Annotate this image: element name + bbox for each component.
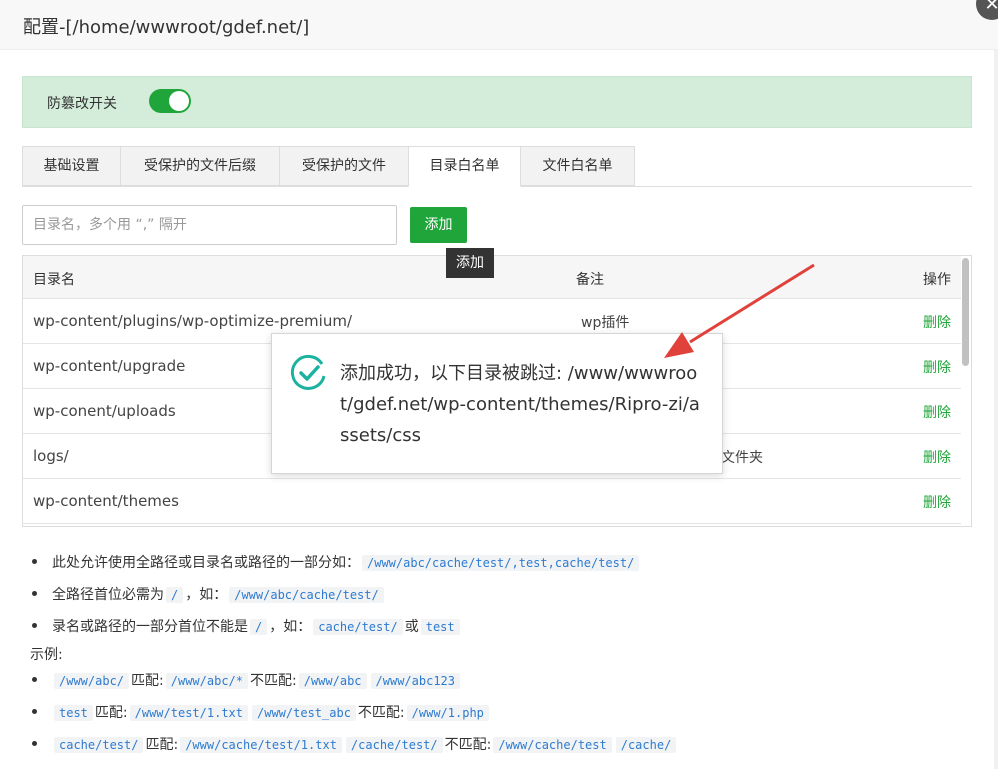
tamper-toggle[interactable] xyxy=(149,89,191,113)
example-item: /www/abc/匹配:/www/abc/* 不匹配:/www/abc/www/a… xyxy=(30,670,462,690)
help-item: 录名或路径的一部分首位不能是 / ，如： cache/test/或 test xyxy=(30,616,462,636)
row-dir-name: wp-conent/uploads xyxy=(33,402,176,420)
example-item: test 匹配:/www/test/1.txt/www/test_abc 不匹配: /… xyxy=(30,702,491,722)
help-item: 此处允许使用全路径或目录名或路径的一部分如：/www/abc/cache/tes… xyxy=(30,552,641,572)
dialog-scrollbar[interactable] xyxy=(994,50,998,769)
col-header-name: 目录名 xyxy=(33,272,75,288)
example-heading: 示例: xyxy=(30,647,63,663)
row-dir-name: wp-content/upgrade xyxy=(33,357,186,375)
row-note: wp插件 xyxy=(581,315,630,331)
dialog-title: 配置-[/home/wwwroot/gdef.net/] xyxy=(23,17,310,38)
config-tabs: 基础设置 受保护的文件后缀 受保护的文件 目录白名单 文件白名单 xyxy=(22,146,972,187)
tab-file-whitelist[interactable]: 文件白名单 xyxy=(520,146,635,186)
success-toast: 添加成功，以下目录被跳过: /www/wwwroot/gdef.net/wp-c… xyxy=(271,333,723,474)
row-dir-name: wp-content/plugins/wp-optimize-premium/ xyxy=(33,312,353,330)
tamper-switch-banner: 防篡改开关 xyxy=(22,76,972,128)
table-scrollbar[interactable] xyxy=(962,258,969,366)
example-item: cache/test/匹配:/www/cache/test/1.txt/cach… xyxy=(30,734,678,754)
tab-basic-settings[interactable]: 基础设置 xyxy=(22,146,121,186)
dialog-header: 配置-[/home/wwwroot/gdef.net/] xyxy=(0,0,998,50)
check-circle-icon xyxy=(290,354,326,390)
row-note: 文件夹 xyxy=(721,450,763,466)
tab-dir-whitelist[interactable]: 目录白名单 xyxy=(408,146,521,187)
table-row: wp-content/themes 删除 xyxy=(23,479,961,524)
delete-link[interactable]: 删除 xyxy=(923,312,951,332)
add-tooltip: 添加 xyxy=(446,248,494,278)
tab-protected-extensions[interactable]: 受保护的文件后缀 xyxy=(120,146,280,186)
col-header-op: 操作 xyxy=(923,272,951,288)
add-button[interactable]: 添加 xyxy=(410,207,467,243)
row-dir-name: logs/ xyxy=(33,447,69,465)
row-dir-name: wp-content/themes xyxy=(33,492,179,510)
dir-name-input[interactable] xyxy=(22,205,397,245)
delete-link[interactable]: 删除 xyxy=(923,357,951,377)
help-item: 全路径首位必需为 / ，如：/www/abc/cache/test/ xyxy=(30,584,386,604)
tamper-switch-label: 防篡改开关 xyxy=(47,96,117,112)
tab-protected-files[interactable]: 受保护的文件 xyxy=(279,146,409,186)
toast-message: 添加成功，以下目录被跳过: /www/wwwroot/gdef.net/wp-c… xyxy=(340,363,700,446)
delete-link[interactable]: 删除 xyxy=(923,447,951,467)
toggle-knob xyxy=(169,91,189,111)
col-header-note: 备注 xyxy=(576,272,604,288)
delete-link[interactable]: 删除 xyxy=(923,402,951,422)
delete-link[interactable]: 删除 xyxy=(923,492,951,512)
